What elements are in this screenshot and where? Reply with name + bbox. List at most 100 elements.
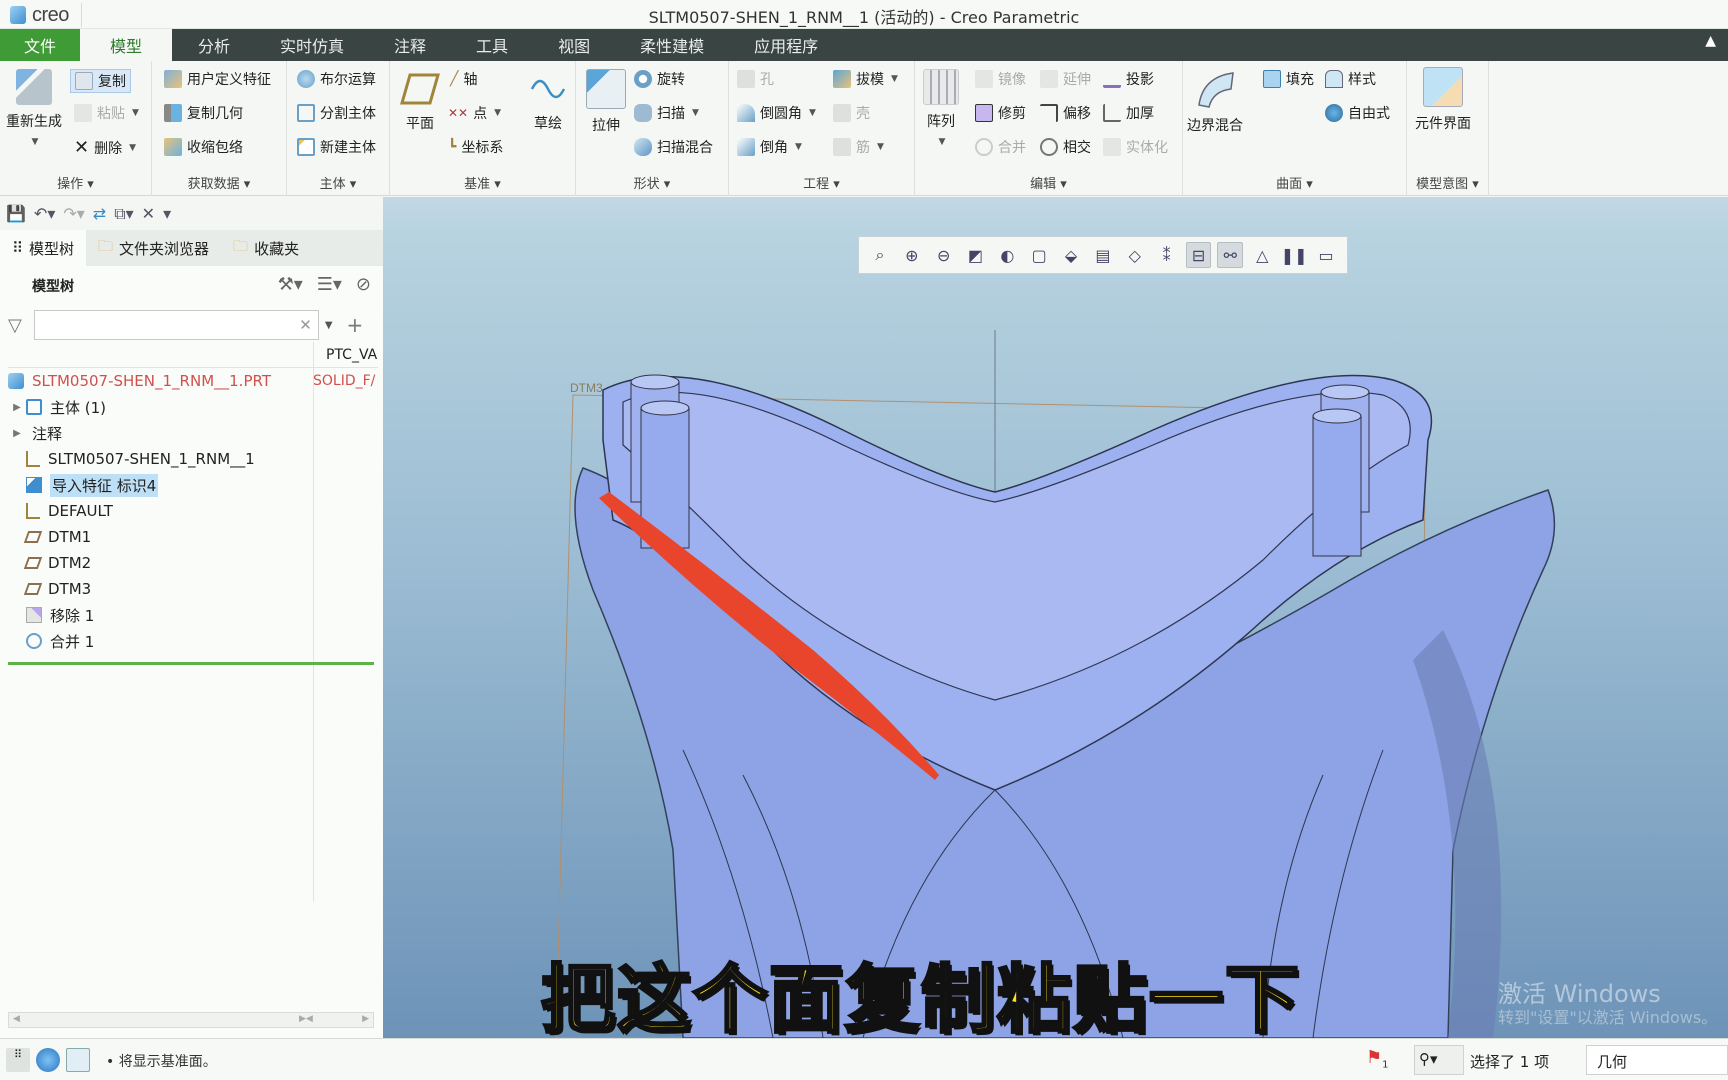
- tab-folder-browser[interactable]: 🗀 文件夹浏览器: [86, 230, 221, 266]
- group-label-datum[interactable]: 基准 ▾: [390, 173, 575, 192]
- collapse-ribbon-icon[interactable]: ▲: [1705, 33, 1716, 49]
- refit-icon[interactable]: ⌕: [867, 242, 893, 268]
- sketch-button[interactable]: 草绘: [530, 71, 566, 133]
- tree-item[interactable]: 合并 1: [8, 628, 378, 654]
- tab-view[interactable]: 视图: [528, 29, 610, 61]
- navigator-toggle-icon[interactable]: ⠿: [6, 1048, 30, 1072]
- tree-item[interactable]: ▶ 注释: [8, 420, 378, 446]
- point-button[interactable]: ✕✕ 点 ▼: [448, 103, 501, 123]
- axis-button[interactable]: ╱ 轴: [450, 69, 477, 89]
- boolean-button[interactable]: 布尔运算: [297, 69, 376, 89]
- thicken-button[interactable]: 加厚: [1103, 103, 1154, 123]
- browser-toggle-icon[interactable]: [36, 1048, 60, 1072]
- perspective-icon[interactable]: ◇: [1122, 242, 1148, 268]
- hole-button[interactable]: 孔: [737, 69, 774, 89]
- settings-tools-icon[interactable]: ⚒▾: [278, 274, 303, 295]
- add-filter-icon[interactable]: +: [347, 313, 364, 337]
- copy-button[interactable]: 复制: [70, 69, 131, 93]
- project-button[interactable]: 投影: [1103, 69, 1154, 89]
- tree-item[interactable]: ▶ 主体 (1): [8, 394, 378, 420]
- plane-button[interactable]: 平面: [400, 71, 440, 133]
- offset-button[interactable]: 偏移: [1040, 103, 1091, 123]
- new-body-button[interactable]: 新建主体: [297, 137, 376, 157]
- search-dropdown-icon[interactable]: ▼: [325, 320, 333, 331]
- display-style-icon[interactable]: ▢: [1026, 242, 1052, 268]
- datum-display-icon[interactable]: ⁑: [1154, 242, 1180, 268]
- udf-button[interactable]: 用户定义特征: [164, 69, 271, 89]
- tree-item[interactable]: 导入特征 标识4: [8, 472, 378, 498]
- tab-flexible-modeling[interactable]: 柔性建模: [610, 29, 724, 61]
- customize-toolbar-icon[interactable]: ▾: [163, 204, 171, 223]
- zoom-in-icon[interactable]: ⊕: [899, 242, 925, 268]
- chamfer-button[interactable]: 倒角 ▼: [737, 137, 802, 157]
- tab-annotate[interactable]: 注释: [364, 29, 446, 61]
- tree-filters-icon[interactable]: ⊘: [356, 274, 371, 295]
- tree-item[interactable]: 移除 1: [8, 602, 378, 628]
- shrinkwrap-button[interactable]: 收缩包络: [164, 137, 243, 157]
- annotation-display-icon[interactable]: ⊟: [1185, 242, 1212, 268]
- message-flag-icon[interactable]: ⚑1: [1366, 1047, 1389, 1071]
- tab-model-tree[interactable]: ⠿ 模型树: [0, 230, 87, 266]
- extend-button[interactable]: 延伸: [1040, 69, 1091, 89]
- tab-tools[interactable]: 工具: [446, 29, 528, 61]
- insert-here-marker[interactable]: [8, 662, 374, 665]
- model-graphics[interactable]: DTM3: [383, 230, 1728, 1038]
- paste-button[interactable]: 粘贴 ▼: [74, 103, 139, 123]
- group-label-shape[interactable]: 形状 ▾: [576, 173, 728, 192]
- pattern-button[interactable]: 阵列 ▼: [923, 69, 959, 147]
- section-icon[interactable]: ▤: [1090, 242, 1116, 268]
- sweep-button[interactable]: 扫描 ▼: [634, 103, 699, 123]
- extrude-button[interactable]: 拉伸: [586, 69, 626, 135]
- close-window-icon[interactable]: ✕: [142, 204, 155, 223]
- save-icon[interactable]: 💾: [6, 204, 26, 223]
- regenerate-button[interactable]: 重新生成 ▼: [6, 69, 62, 147]
- group-label-surfaces[interactable]: 曲面 ▾: [1183, 173, 1406, 192]
- fill-button[interactable]: 填充: [1263, 69, 1314, 89]
- tab-applications[interactable]: 应用程序: [724, 29, 838, 61]
- zoom-out-icon[interactable]: ⊖: [931, 242, 957, 268]
- trim-button[interactable]: 修剪: [975, 103, 1026, 123]
- intersect-button[interactable]: 相交: [1040, 137, 1091, 157]
- tree-item[interactable]: SLTM0507-SHEN_1_RNM__1.PRT SOLID_F/: [8, 368, 378, 394]
- appearance-icon[interactable]: △: [1249, 242, 1275, 268]
- group-label-body[interactable]: 主体 ▾: [287, 173, 389, 192]
- round-button[interactable]: 倒圆角 ▼: [737, 103, 816, 123]
- undo-icon[interactable]: ↶▾: [34, 204, 55, 223]
- solidify-button[interactable]: 实体化: [1103, 137, 1168, 157]
- mirror-button[interactable]: 镜像: [975, 69, 1026, 89]
- tree-item[interactable]: DTM1: [8, 524, 378, 550]
- merge-button[interactable]: 合并: [975, 137, 1026, 157]
- selection-filter-icon[interactable]: ⚲▾: [1414, 1045, 1464, 1075]
- csys-button[interactable]: ┗ 坐标系: [448, 137, 503, 157]
- rib-button[interactable]: 筋 ▼: [833, 137, 884, 157]
- view-manager-icon[interactable]: ◐: [994, 242, 1020, 268]
- tree-item[interactable]: SLTM0507-SHEN_1_RNM__1: [8, 446, 378, 472]
- split-body-button[interactable]: 分割主体: [297, 103, 376, 123]
- group-label-engineering[interactable]: 工程 ▾: [729, 173, 914, 192]
- tree-search-input[interactable]: ✕: [33, 310, 319, 340]
- group-label-editing[interactable]: 编辑 ▾: [915, 173, 1182, 192]
- spin-center-icon[interactable]: ⚯: [1217, 242, 1244, 268]
- graphics-viewport[interactable]: DTM3 把这个面复制粘贴一下 激活 Windows 转到"设置"以激活 Win…: [383, 230, 1728, 1045]
- windows-icon[interactable]: ⧉▾: [114, 204, 133, 224]
- repaint-icon[interactable]: ◩: [963, 242, 989, 268]
- swept-blend-button[interactable]: 扫描混合: [634, 137, 713, 157]
- saved-orientations-icon[interactable]: ⬙: [1058, 242, 1084, 268]
- redo-icon[interactable]: ↷▾: [63, 204, 84, 223]
- tree-item[interactable]: DTM3: [8, 576, 378, 602]
- regenerate-icon[interactable]: ⇄: [93, 204, 106, 223]
- style-button[interactable]: 样式: [1325, 69, 1376, 89]
- group-label-get-data[interactable]: 获取数据 ▾: [152, 173, 286, 192]
- horizontal-scrollbar[interactable]: ◀ ▶◀ ▶: [8, 1012, 374, 1028]
- boundary-blend-button[interactable]: 边界混合: [1187, 69, 1243, 135]
- selection-filter-dropdown[interactable]: 几何: [1586, 1045, 1728, 1075]
- show-columns-icon[interactable]: ☰▾: [317, 274, 342, 295]
- regenerate-dropdown-icon[interactable]: ▼: [32, 137, 39, 147]
- freestyle-button[interactable]: 自由式: [1325, 103, 1390, 123]
- delete-button[interactable]: ✕ 删除 ▼: [74, 137, 136, 158]
- clear-search-icon[interactable]: ✕: [299, 316, 312, 334]
- revolve-button[interactable]: 旋转: [634, 69, 685, 89]
- filter-icon[interactable]: ▽: [8, 315, 22, 336]
- tab-simulation[interactable]: 实时仿真: [250, 29, 364, 61]
- expand-arrow-icon[interactable]: ▶: [8, 402, 26, 413]
